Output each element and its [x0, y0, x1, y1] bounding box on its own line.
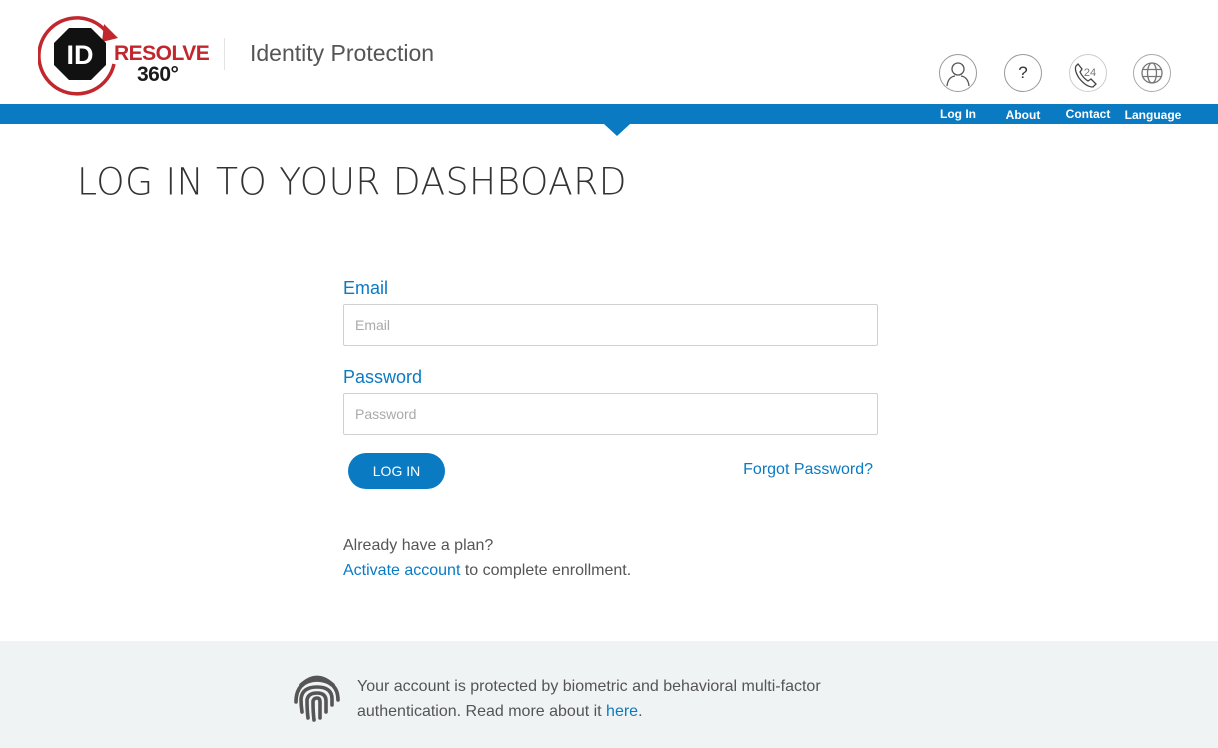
activate-account-link[interactable]: Activate account	[343, 562, 460, 579]
site-header: ID RESOLVE 360° Identity Protection ? 24	[0, 0, 1218, 104]
security-message: Your account is protected by biometric a…	[357, 674, 877, 724]
password-label: Password	[343, 367, 423, 387]
email-input[interactable]	[343, 304, 878, 346]
about-nav-button[interactable]: ?	[1004, 54, 1042, 92]
email-group: Email	[343, 278, 878, 346]
forgot-password-link[interactable]: Forgot Password?	[743, 461, 873, 479]
security-footer: Your account is protected by biometric a…	[0, 641, 1218, 748]
activation-note: Already have a plan? Activate account to…	[343, 533, 878, 583]
nav-contact-link[interactable]: Contact	[1053, 107, 1123, 121]
form-actions: LOG IN Forgot Password?	[343, 453, 878, 489]
svg-text:24: 24	[1084, 67, 1096, 79]
email-label: Email	[343, 278, 389, 298]
nav-about-link[interactable]: About	[988, 108, 1058, 122]
password-group: Password	[343, 367, 878, 435]
activate-line: Activate account to complete enrollment.	[343, 558, 878, 583]
question-icon: ?	[1018, 63, 1028, 82]
page-title: LOG IN TO YOUR DASHBOARD	[77, 160, 628, 205]
plan-question: Already have a plan?	[343, 537, 494, 554]
login-form: Email Password LOG IN Forgot Password? A…	[343, 278, 878, 583]
password-input[interactable]	[343, 393, 878, 435]
nav-login-link[interactable]: Log In	[923, 107, 993, 121]
nav-pointer	[604, 124, 630, 136]
nav-language-link[interactable]: Language	[1118, 108, 1188, 122]
phone-24-icon: 24	[1074, 63, 1097, 88]
read-more-link[interactable]: here	[606, 703, 638, 720]
user-icon	[946, 62, 970, 87]
fingerprint-icon	[294, 675, 340, 722]
globe-icon	[1141, 62, 1163, 84]
nav-icons: ? 24	[0, 54, 1218, 94]
contact-nav-button[interactable]: 24	[1069, 54, 1107, 92]
login-nav-button[interactable]	[939, 54, 977, 92]
activate-suffix: to complete enrollment.	[460, 562, 632, 579]
nav-bar: Log In About Contact Language	[0, 104, 1218, 124]
security-text: Your account is protected by biometric a…	[357, 678, 821, 720]
login-button[interactable]: LOG IN	[348, 453, 445, 489]
security-text-end: .	[638, 703, 643, 720]
language-nav-button[interactable]	[1133, 54, 1171, 92]
